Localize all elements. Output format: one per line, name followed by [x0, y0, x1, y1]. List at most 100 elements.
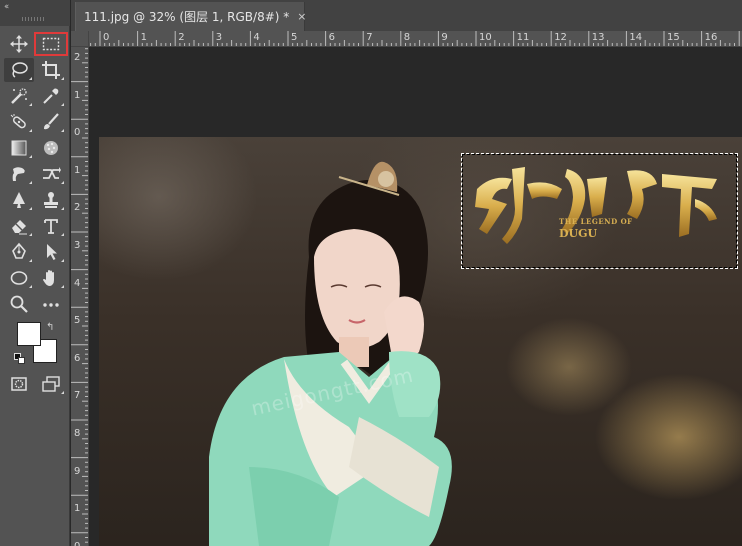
ruler-label: 5: [74, 315, 81, 327]
tool-flyout-indicator: [61, 129, 64, 132]
ruler-label: 15: [667, 32, 680, 43]
color-swatches: ↰: [14, 322, 60, 366]
marquee-selection[interactable]: [461, 153, 738, 269]
more-tools[interactable]: [36, 292, 66, 316]
gradient-tool[interactable]: [4, 136, 34, 160]
pen-tool[interactable]: [4, 240, 34, 264]
horizontal-ruler[interactable]: 0 1 2 3 4 5 6 7 8 9 10 11 12 13 14 15 16: [89, 31, 742, 47]
ruler-label: 0: [74, 541, 80, 546]
tools-panel-header[interactable]: ‹‹: [0, 0, 70, 26]
eyedropper-tool[interactable]: [36, 84, 66, 108]
collapse-panel-button[interactable]: ‹‹: [4, 2, 9, 12]
horizontal-ruler-ticks: [90, 31, 740, 46]
eraser-tool[interactable]: [4, 214, 34, 238]
type-tool[interactable]: [36, 214, 66, 238]
marquee-icon: [42, 37, 60, 51]
spot-healing-tool[interactable]: [4, 110, 34, 134]
ruler-label: 13: [591, 32, 605, 43]
tool-flyout-indicator: [61, 233, 64, 236]
dodge-tool[interactable]: [4, 188, 34, 212]
smudge-tool[interactable]: [4, 162, 34, 186]
ruler-label: 6: [74, 352, 81, 364]
ruler-label: 12: [554, 32, 567, 43]
document-image[interactable]: THE LEGEND OF DUGU meigongtt.com: [99, 137, 742, 546]
hand-tool[interactable]: [36, 266, 66, 290]
foreground-color-swatch[interactable]: [17, 322, 41, 346]
ruler-label: 1: [74, 164, 81, 176]
screen-mode-icon: [42, 376, 60, 392]
lasso-icon: [12, 62, 28, 78]
gradient-icon: [11, 140, 27, 156]
ellipsis-icon: [43, 303, 59, 307]
history-brush-icon: [43, 167, 61, 179]
tool-flyout-indicator: [29, 285, 32, 288]
tool-flyout-indicator: [29, 233, 32, 236]
ruler-label: 14: [629, 32, 643, 43]
ruler-label: 2: [178, 32, 185, 43]
tool-flyout-indicator: [61, 259, 64, 262]
move-tool[interactable]: [4, 32, 34, 56]
ruler-label: 1: [74, 89, 81, 101]
tool-flyout-indicator: [61, 207, 64, 210]
arrow-icon: [47, 244, 57, 260]
ruler-label: 0: [74, 127, 81, 139]
clone-stamp-tool[interactable]: [36, 188, 66, 212]
ruler-label: 1: [74, 503, 81, 515]
ruler-label: 8: [403, 32, 411, 43]
quick-selection-icon: [11, 88, 27, 104]
ruler-label: 9: [441, 32, 448, 43]
ruler-label: 0: [103, 32, 110, 43]
tool-flyout-indicator: [61, 285, 64, 288]
tool-flyout-indicator: [29, 77, 32, 80]
brush-tool[interactable]: [36, 110, 66, 134]
ruler-label: 10: [479, 32, 492, 43]
ellipse-icon: [10, 271, 28, 285]
ellipse-tool[interactable]: [4, 266, 34, 290]
smudge-icon: [12, 167, 25, 181]
ruler-label: 7: [366, 32, 373, 43]
ruler-label: 5: [291, 32, 298, 43]
tool-flyout-indicator: [61, 77, 64, 80]
tool-flyout-indicator: [29, 207, 32, 210]
lasso-tool[interactable]: [4, 58, 34, 82]
move-icon: [10, 35, 28, 53]
document-tab-bar: 111.jpg @ 32% (图层 1, RGB/8#) * ×: [71, 0, 742, 31]
healing-brush-icon: [10, 114, 26, 129]
history-brush-tool[interactable]: [36, 162, 66, 186]
eraser-icon: [12, 220, 27, 235]
ruler-label: 11: [516, 32, 530, 43]
ruler-label: 8: [74, 428, 81, 439]
zoom-tool[interactable]: [4, 292, 34, 316]
tool-flyout-indicator: [29, 155, 32, 158]
tool-flyout-indicator: [29, 181, 32, 184]
ruler-label: 6: [328, 32, 335, 43]
tool-flyout-indicator: [61, 391, 64, 394]
canvas-area[interactable]: THE LEGEND OF DUGU meigongtt.com: [89, 47, 742, 546]
blur-tool[interactable]: [36, 136, 66, 160]
quick-mask-button[interactable]: [4, 372, 34, 396]
swap-colors-icon[interactable]: ↰: [46, 322, 54, 333]
panel-grip[interactable]: [22, 17, 44, 21]
type-icon: [44, 219, 58, 234]
ruler-label: 4: [74, 277, 81, 289]
ruler-origin[interactable]: [71, 31, 89, 47]
tool-flyout-indicator: [29, 129, 32, 132]
crop-tool[interactable]: [36, 58, 66, 82]
ruler-label: 16: [704, 32, 718, 43]
blur-icon: [44, 141, 58, 155]
close-icon[interactable]: ×: [297, 10, 306, 23]
document-tab-title: 111.jpg @ 32% (图层 1, RGB/8#) *: [84, 10, 290, 24]
ruler-label: 9: [74, 465, 81, 477]
vertical-ruler[interactable]: 21012345678910: [71, 47, 89, 546]
quick-selection-tool[interactable]: [4, 84, 34, 108]
path-selection-tool[interactable]: [36, 240, 66, 264]
ruler-label: 3: [215, 32, 223, 43]
rectangular-marquee-tool[interactable]: [34, 32, 68, 56]
ruler-label: 4: [253, 32, 260, 43]
zoom-icon: [10, 295, 28, 313]
tools-panel: ‹‹ ↰: [0, 0, 70, 546]
document-tab[interactable]: 111.jpg @ 32% (图层 1, RGB/8#) * ×: [75, 2, 306, 31]
screen-mode-button[interactable]: [36, 372, 66, 396]
default-colors-icon[interactable]: [14, 353, 25, 364]
tool-flyout-indicator: [61, 103, 64, 106]
